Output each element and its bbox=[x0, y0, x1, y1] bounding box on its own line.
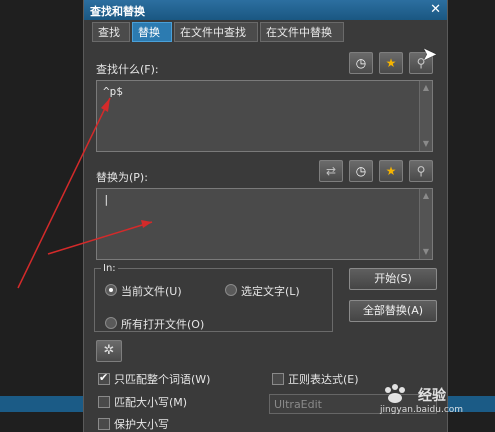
scroll-down-icon[interactable]: ▼ bbox=[420, 138, 432, 150]
radio-current-file[interactable] bbox=[105, 284, 117, 296]
mouse-pointer-icon: ➤ bbox=[422, 44, 438, 65]
checkbox-regex[interactable] bbox=[272, 373, 284, 385]
checkbox-regex-label[interactable]: 正则表达式(E) bbox=[288, 371, 359, 387]
replace-favorites-button[interactable]: ★ bbox=[379, 160, 403, 182]
radio-all-open-files-label[interactable]: 所有打开文件(O) bbox=[121, 316, 204, 332]
replace-with-label: 替换为(P): bbox=[96, 171, 148, 184]
scope-group: In: 当前文件(U) 选定文字(L) 所有打开文件(O) bbox=[94, 263, 333, 332]
radio-all-open-files[interactable] bbox=[105, 317, 117, 329]
checkbox-whole-word-label[interactable]: 只匹配整个词语(W) bbox=[114, 371, 210, 387]
start-button[interactable]: 开始(S) bbox=[349, 268, 437, 290]
swap-icon: ⇄ bbox=[325, 164, 337, 178]
scroll-up-icon[interactable]: ▲ bbox=[420, 82, 432, 94]
star-icon: ★ bbox=[385, 164, 397, 178]
swap-button[interactable]: ⇄ bbox=[319, 160, 343, 182]
checkbox-preserve-case[interactable] bbox=[98, 418, 110, 430]
magnifier-icon: ⚲ bbox=[416, 164, 426, 178]
regex-engine-value: UltraEdit bbox=[274, 398, 322, 411]
watermark-brand: 经验 bbox=[418, 388, 446, 404]
replace-in-button[interactable]: ⚲ bbox=[409, 160, 433, 182]
radio-selected-text[interactable] bbox=[225, 284, 237, 296]
tab-replace-in-files[interactable]: 在文件中替换 bbox=[260, 22, 344, 42]
find-replace-dialog: 查找和替换 ✕ 查找 替换 在文件中查找 在文件中替换 查找什么(F): ◷ ★… bbox=[83, 0, 448, 432]
title-bar: 查找和替换 ✕ bbox=[84, 0, 447, 20]
replace-with-input[interactable]: | ▲ ▼ bbox=[96, 188, 433, 260]
checkbox-match-case-label[interactable]: 匹配大小写(M) bbox=[114, 394, 187, 410]
tab-find-in-files[interactable]: 在文件中查找 bbox=[174, 22, 258, 42]
clock-icon: ◷ bbox=[355, 164, 367, 178]
dialog-title: 查找和替换 bbox=[90, 5, 145, 18]
watermark-url: jingyan.baidu.com bbox=[380, 405, 464, 415]
scroll-down-icon[interactable]: ▼ bbox=[420, 246, 432, 258]
replace-with-value: | bbox=[103, 193, 110, 206]
replace-all-button[interactable]: 全部替换(A) bbox=[349, 300, 437, 322]
close-icon[interactable]: ✕ bbox=[430, 2, 441, 17]
find-history-button[interactable]: ◷ bbox=[349, 52, 373, 74]
find-what-label: 查找什么(F): bbox=[96, 63, 159, 76]
paw-logo-icon bbox=[385, 384, 405, 403]
replace-history-button[interactable]: ◷ bbox=[349, 160, 373, 182]
scroll-up-icon[interactable]: ▲ bbox=[420, 190, 432, 202]
tab-find[interactable]: 查找 bbox=[92, 22, 130, 42]
star-icon: ★ bbox=[385, 56, 397, 70]
find-what-value: ^p$ bbox=[103, 85, 123, 98]
radio-selected-text-label[interactable]: 选定文字(L) bbox=[241, 283, 300, 299]
tab-replace[interactable]: 替换 bbox=[132, 22, 172, 42]
clock-icon: ◷ bbox=[355, 56, 367, 70]
watermark: 经验 jingyan.baidu.com bbox=[380, 383, 480, 419]
find-what-input[interactable]: ^p$ ▲ ▼ bbox=[96, 80, 433, 152]
gear-icon: ✲ bbox=[103, 343, 115, 358]
replace-scrollbar[interactable]: ▲ ▼ bbox=[419, 189, 432, 259]
checkbox-whole-word[interactable] bbox=[98, 371, 110, 385]
find-scrollbar[interactable]: ▲ ▼ bbox=[419, 81, 432, 151]
scope-group-label: In: bbox=[101, 263, 118, 274]
radio-current-file-label[interactable]: 当前文件(U) bbox=[121, 283, 182, 299]
settings-button[interactable]: ✲ bbox=[96, 340, 122, 362]
find-favorites-button[interactable]: ★ bbox=[379, 52, 403, 74]
checkbox-match-case[interactable] bbox=[98, 396, 110, 408]
checkbox-preserve-case-label[interactable]: 保护大小写 bbox=[114, 416, 169, 432]
